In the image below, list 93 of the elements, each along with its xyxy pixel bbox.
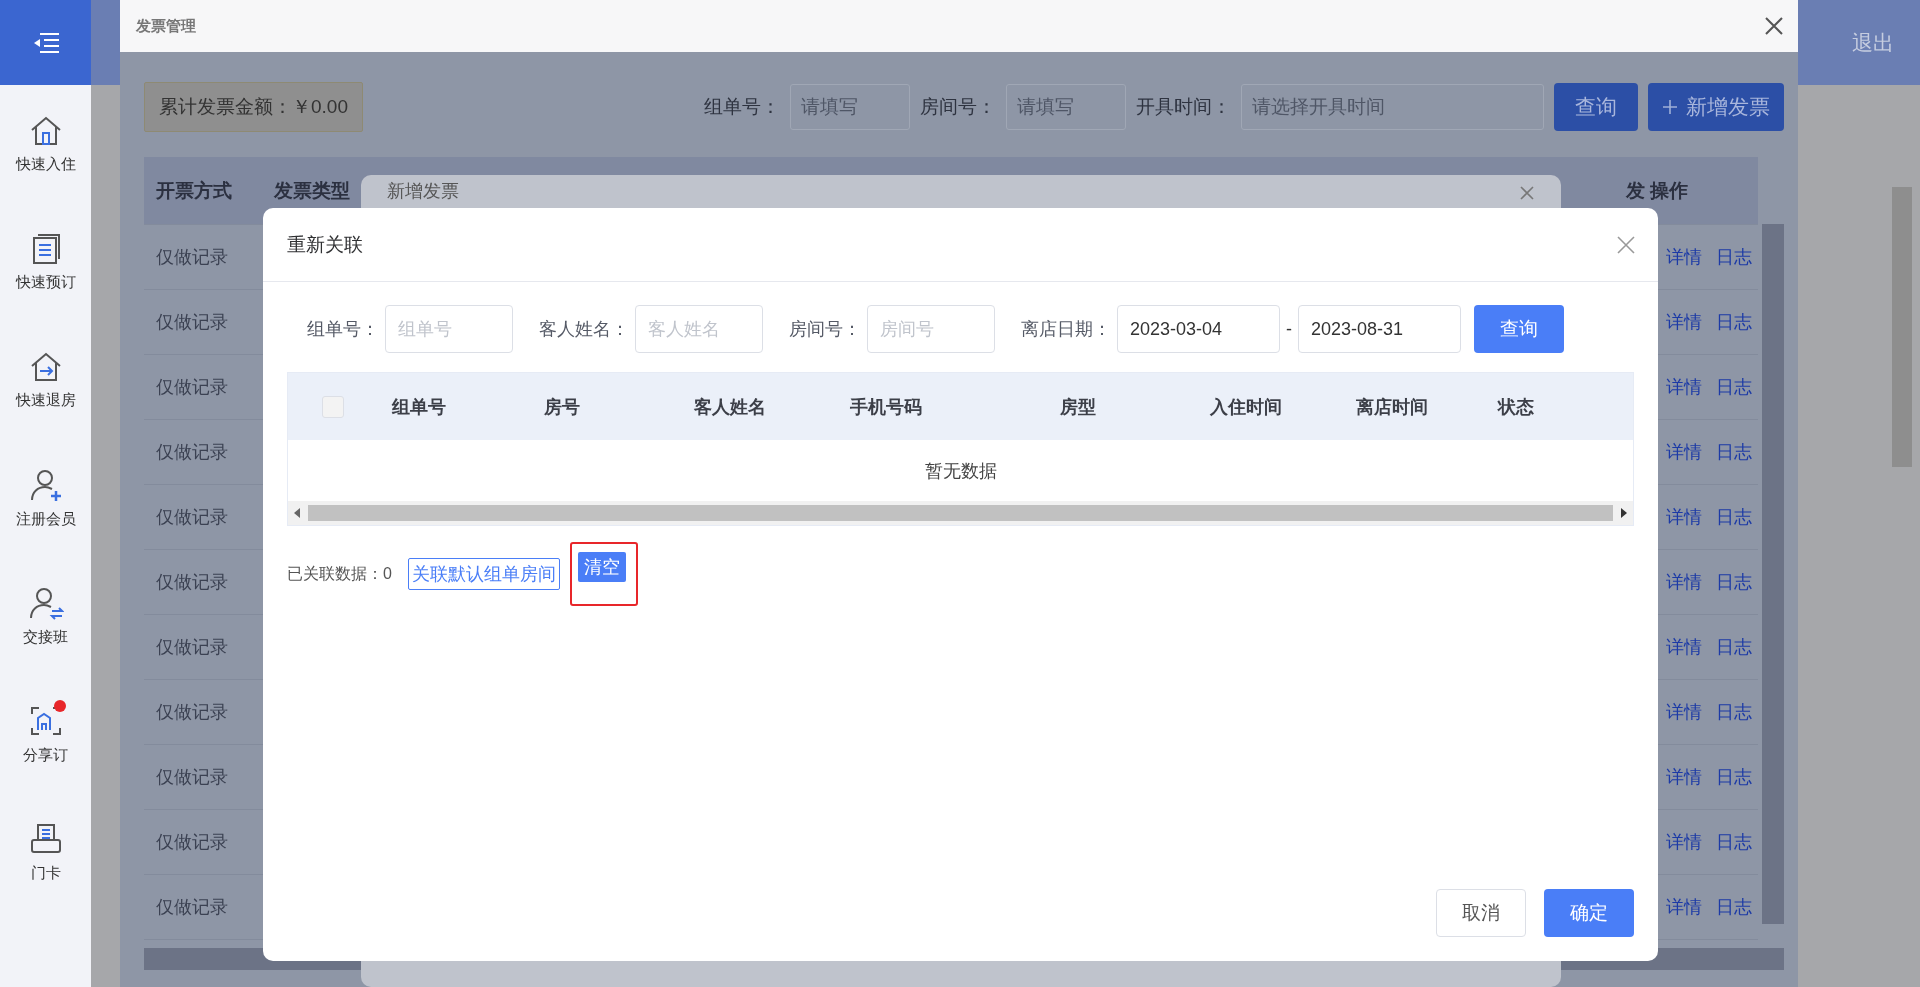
column-header: 手机号码 bbox=[849, 395, 923, 419]
action-link[interactable]: 日志 bbox=[1716, 700, 1752, 724]
field-label: 房间号： bbox=[789, 318, 861, 341]
dialog-title: 重新关联 bbox=[287, 232, 363, 257]
date-field[interactable]: 2023-03-04 bbox=[1117, 305, 1280, 353]
column-header: 入住时间 bbox=[1209, 395, 1283, 419]
column-header: 客人姓名 bbox=[693, 395, 767, 419]
action-link[interactable]: 日志 bbox=[1716, 375, 1752, 399]
field-label: 组单号： bbox=[307, 318, 379, 341]
linked-count: 已关联数据：0 bbox=[287, 563, 392, 584]
date-field[interactable]: 2023-08-31 bbox=[1298, 305, 1461, 353]
action-link[interactable]: 日志 bbox=[1716, 440, 1752, 464]
action-link[interactable]: 详情 bbox=[1666, 245, 1702, 269]
search-field[interactable]: 客人姓名 bbox=[635, 305, 763, 353]
sidebar-item[interactable]: 快速预订 bbox=[0, 203, 91, 321]
sidebar-item[interactable]: 分享订 bbox=[0, 675, 91, 793]
left-arrow-icon[interactable] bbox=[294, 508, 302, 518]
action-link[interactable]: 详情 bbox=[1666, 895, 1702, 919]
scrollbar[interactable] bbox=[1892, 187, 1912, 467]
field-label: 离店日期： bbox=[1021, 318, 1111, 341]
filter-input[interactable]: 请选择开具时间 bbox=[1241, 84, 1544, 130]
filter-input[interactable]: 请填写 bbox=[1006, 84, 1126, 130]
filter-label: 开具时间： bbox=[1136, 95, 1231, 119]
search-field[interactable]: 组单号 bbox=[385, 305, 513, 353]
action-link[interactable]: 详情 bbox=[1666, 570, 1702, 594]
table-cell-text: 仅做记录 bbox=[155, 571, 229, 594]
action-link[interactable]: 日志 bbox=[1716, 310, 1752, 334]
user-swap-icon bbox=[27, 585, 64, 620]
date-separator: - bbox=[1286, 318, 1292, 340]
plus-icon bbox=[1662, 99, 1678, 115]
action-link[interactable]: 详情 bbox=[1666, 830, 1702, 854]
action-link[interactable]: 日志 bbox=[1716, 895, 1752, 919]
column-header: 开票方式 bbox=[155, 178, 232, 203]
table-cell-text: 仅做记录 bbox=[155, 636, 229, 659]
scrollbar[interactable] bbox=[1762, 224, 1784, 924]
table-cell-text: 仅做记录 bbox=[155, 831, 229, 854]
table-cell-text: 仅做记录 bbox=[155, 246, 229, 269]
window-title: 发票管理 bbox=[136, 16, 196, 36]
sidebar-item[interactable]: 快速退房 bbox=[0, 321, 91, 439]
sidebar-item[interactable]: 注册会员 bbox=[0, 439, 91, 557]
close-icon[interactable] bbox=[1764, 16, 1784, 36]
column-header: 组单号 bbox=[390, 395, 447, 419]
sidebar-item[interactable]: 门卡 bbox=[0, 793, 91, 911]
filter-label: 房间号： bbox=[920, 95, 996, 119]
empty-message: 暂无数据 bbox=[924, 459, 997, 483]
table-cell-text: 仅做记录 bbox=[155, 376, 229, 399]
filter-label: 组单号： bbox=[704, 95, 780, 119]
printer-icon bbox=[28, 821, 63, 856]
sidebar-item[interactable]: 快速入住 bbox=[0, 85, 91, 203]
invoice-total: 累计发票金额：￥0.00 bbox=[144, 82, 363, 132]
column-header: 离店时间 bbox=[1355, 395, 1429, 419]
action-link[interactable]: 日志 bbox=[1716, 245, 1752, 269]
dialog-title: 新增发票 bbox=[387, 180, 459, 203]
menu-toggle-button[interactable] bbox=[0, 0, 91, 85]
user-add-icon bbox=[28, 467, 63, 502]
action-link[interactable]: 日志 bbox=[1716, 570, 1752, 594]
query-button[interactable]: 查询 bbox=[1474, 305, 1564, 353]
add-invoice-button[interactable]: 新增发票 bbox=[1648, 83, 1784, 131]
column-header: 房型 bbox=[1059, 395, 1097, 419]
column-header: 发票类型 bbox=[273, 178, 350, 203]
action-link[interactable]: 详情 bbox=[1666, 700, 1702, 724]
right-arrow-icon[interactable] bbox=[1619, 508, 1627, 518]
sidebar-item[interactable]: 交接班 bbox=[0, 557, 91, 675]
action-link[interactable]: 详情 bbox=[1666, 635, 1702, 659]
column-header: 操作 bbox=[1648, 178, 1688, 203]
table-cell-text: 仅做记录 bbox=[155, 766, 229, 789]
action-link[interactable]: 详情 bbox=[1666, 440, 1702, 464]
column-header: 发 bbox=[1625, 178, 1645, 203]
table-cell-text: 仅做记录 bbox=[155, 311, 229, 334]
column-header: 房号 bbox=[543, 395, 581, 419]
cancel-button[interactable]: 取消 bbox=[1436, 889, 1526, 937]
table-cell-text: 仅做记录 bbox=[155, 506, 229, 529]
action-link[interactable]: 日志 bbox=[1716, 505, 1752, 529]
action-link[interactable]: 日志 bbox=[1716, 635, 1752, 659]
clear-button[interactable]: 清空 bbox=[577, 552, 626, 582]
field-label: 客人姓名： bbox=[539, 318, 629, 341]
column-header: 状态 bbox=[1496, 395, 1535, 419]
table-cell-text: 仅做记录 bbox=[155, 896, 229, 919]
action-link[interactable]: 日志 bbox=[1716, 830, 1752, 854]
search-field[interactable]: 房间号 bbox=[867, 305, 995, 353]
action-link[interactable]: 详情 bbox=[1666, 375, 1702, 399]
query-button[interactable]: 查询 bbox=[1554, 83, 1638, 131]
logout-link[interactable]: 退出 bbox=[1852, 28, 1894, 57]
table-cell-text: 仅做记录 bbox=[155, 701, 229, 724]
table-cell-text: 仅做记录 bbox=[155, 441, 229, 464]
filter-input[interactable]: 请填写 bbox=[790, 84, 910, 130]
action-link[interactable]: 日志 bbox=[1716, 765, 1752, 789]
action-link[interactable]: 详情 bbox=[1666, 765, 1702, 789]
action-link[interactable]: 详情 bbox=[1666, 310, 1702, 334]
action-link[interactable]: 详情 bbox=[1666, 505, 1702, 529]
scrollbar[interactable] bbox=[288, 501, 1633, 525]
confirm-button[interactable]: 确定 bbox=[1544, 889, 1634, 937]
link-default-button[interactable]: 关联默认组单房间 bbox=[407, 558, 560, 590]
